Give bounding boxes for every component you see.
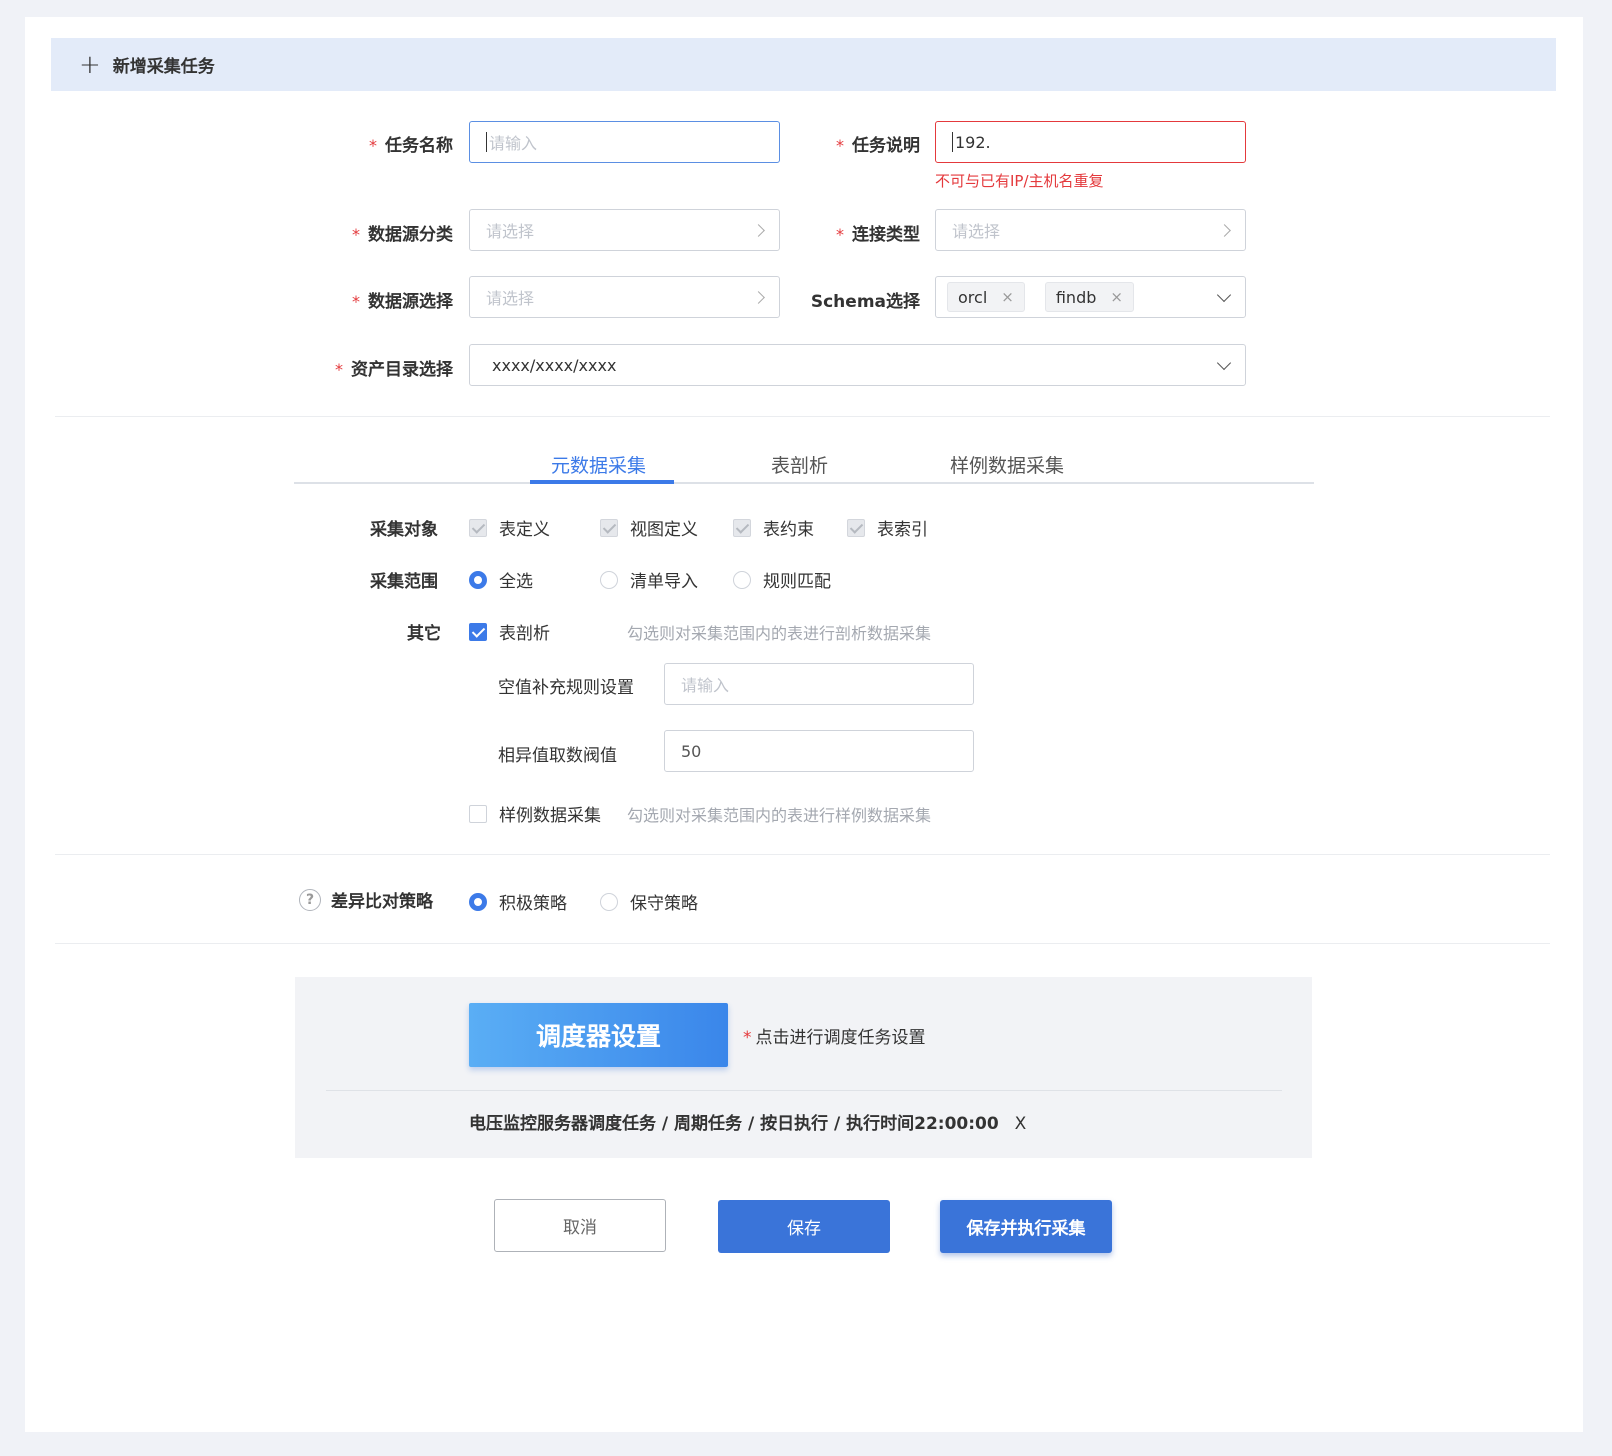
divider bbox=[55, 854, 1550, 855]
object-checkbox-view-def[interactable]: 视图定义 bbox=[600, 515, 698, 540]
profile-checkbox[interactable]: 表剖析 bbox=[469, 619, 550, 644]
scope-radio-all[interactable]: 全选 bbox=[469, 567, 533, 592]
distinct-threshold-label: 相异值取数阀值 bbox=[498, 746, 617, 766]
page-title: 新增采集任务 bbox=[112, 57, 215, 77]
tab-profile[interactable]: 表剖析 bbox=[771, 451, 828, 478]
schedule-info: 电压监控服务器调度任务 / 周期任务 / 按日执行 / 执行时间22:00:00… bbox=[469, 1114, 1027, 1134]
sample-checkbox[interactable]: 样例数据采集 bbox=[469, 801, 601, 826]
diff-strategy-label: ? 差异比对策略 bbox=[299, 887, 433, 912]
ds-category-label: * 数据源分类 bbox=[352, 225, 453, 245]
close-icon[interactable]: × bbox=[1110, 288, 1123, 306]
save-and-execute-button[interactable]: 保存并执行采集 bbox=[940, 1200, 1112, 1253]
schema-multiselect[interactable]: orcl × findb × bbox=[935, 276, 1246, 318]
tabs-underline bbox=[294, 482, 1314, 484]
distinct-threshold-input[interactable]: 50 bbox=[664, 730, 974, 772]
ds-select[interactable]: 请选择 bbox=[469, 276, 780, 318]
null-rule-input[interactable]: 请输入 bbox=[664, 663, 974, 705]
object-checkbox-table-def[interactable]: 表定义 bbox=[469, 515, 550, 540]
asset-dir-label: * 资产目录选择 bbox=[335, 360, 453, 380]
chevron-right-icon bbox=[752, 290, 765, 304]
page-header: + 新增采集任务 bbox=[51, 38, 1556, 91]
asset-dir-select[interactable]: xxxx/xxxx/xxxx bbox=[469, 344, 1246, 386]
strategy-radio-aggressive[interactable]: 积极策略 bbox=[469, 889, 567, 914]
save-button[interactable]: 保存 bbox=[718, 1200, 890, 1253]
strategy-radio-conservative[interactable]: 保守策略 bbox=[600, 889, 698, 914]
collect-scope-label: 采集范围 bbox=[370, 572, 438, 592]
scope-radio-list-import[interactable]: 清单导入 bbox=[600, 567, 698, 592]
object-checkbox-index[interactable]: 表索引 bbox=[847, 515, 928, 540]
close-icon[interactable]: × bbox=[1001, 288, 1014, 306]
tab-sample[interactable]: 样例数据采集 bbox=[950, 451, 1064, 478]
task-desc-error: 不可与已有IP/主机名重复 bbox=[935, 172, 1104, 190]
other-label: 其它 bbox=[407, 624, 441, 644]
cancel-button[interactable]: 取消 bbox=[494, 1199, 666, 1252]
divider bbox=[55, 416, 1550, 417]
task-name-input[interactable]: 请输入 bbox=[469, 121, 780, 163]
remove-schedule-button[interactable]: X bbox=[1015, 1114, 1027, 1134]
schema-tag: orcl × bbox=[947, 282, 1025, 312]
ds-select-label: * 数据源选择 bbox=[352, 292, 453, 312]
task-desc-label: * 任务说明 bbox=[836, 136, 920, 156]
ds-category-select[interactable]: 请选择 bbox=[469, 209, 780, 251]
chevron-down-icon bbox=[1216, 287, 1232, 302]
task-name-label: * 任务名称 bbox=[369, 136, 453, 156]
null-rule-label: 空值补充规则设置 bbox=[498, 678, 634, 698]
divider bbox=[55, 943, 1550, 944]
scope-radio-rule-match[interactable]: 规则匹配 bbox=[733, 567, 831, 592]
conn-type-select[interactable]: 请选择 bbox=[935, 209, 1246, 251]
plus-icon: + bbox=[79, 49, 101, 80]
chevron-down-icon bbox=[1216, 355, 1232, 370]
active-tab-indicator bbox=[530, 480, 674, 484]
schedule-divider bbox=[326, 1090, 1282, 1091]
conn-type-label: * 连接类型 bbox=[836, 225, 920, 245]
scheduler-settings-button[interactable]: 调度器设置 bbox=[469, 1003, 728, 1067]
tab-metadata[interactable]: 元数据采集 bbox=[551, 451, 646, 478]
object-checkbox-constraint[interactable]: 表约束 bbox=[733, 515, 814, 540]
schema-label: Schema选择 bbox=[810, 292, 920, 312]
task-desc-input[interactable]: 192. bbox=[935, 121, 1246, 163]
schedule-note: * 点击进行调度任务设置 bbox=[743, 1028, 926, 1048]
collect-objects-label: 采集对象 bbox=[370, 520, 438, 540]
chevron-right-icon bbox=[1218, 223, 1231, 237]
sample-hint: 勾选则对采集范围内的表进行样例数据采集 bbox=[627, 806, 932, 825]
schema-tag: findb × bbox=[1044, 282, 1134, 312]
profile-hint: 勾选则对采集范围内的表进行剖析数据采集 bbox=[627, 624, 932, 643]
question-icon[interactable]: ? bbox=[299, 888, 321, 911]
chevron-right-icon bbox=[752, 223, 765, 237]
